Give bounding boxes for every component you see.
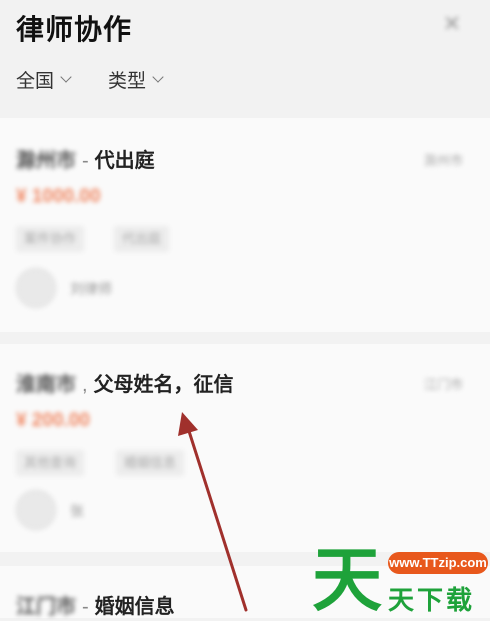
watermark-text: 天下载 [388,585,476,615]
watermark-url: www.TTzip.com [388,552,488,574]
watermark-big-char: 天 [312,539,382,621]
annotation-arrow [178,412,248,612]
watermark-logo: 天 www.TTzip.com 天下载 [312,542,490,618]
